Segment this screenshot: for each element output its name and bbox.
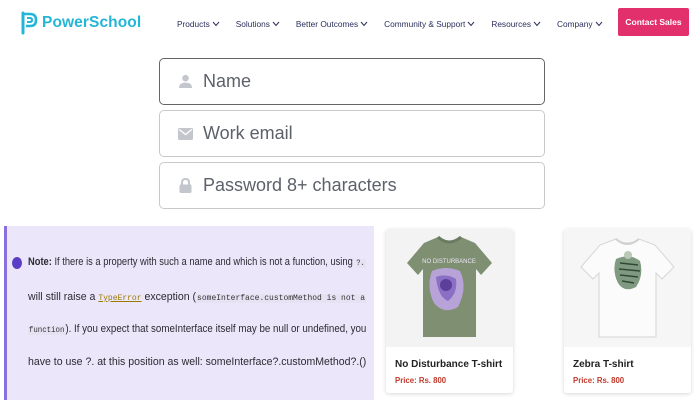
product-name: No Disturbance T-shirt — [395, 359, 503, 370]
email-field[interactable] — [159, 110, 545, 157]
note-line-2: will still raise a TypeError exception (… — [28, 291, 367, 303]
nav-item-better-outcomes[interactable]: Better Outcomes — [296, 17, 368, 31]
nav-item-label: Company — [557, 19, 593, 29]
svg-text:NO DISTURBANCE: NO DISTURBANCE — [422, 259, 476, 265]
nav-item-resources[interactable]: Resources — [491, 17, 541, 31]
chevron-down-icon — [595, 21, 602, 27]
nav-item-label: Better Outcomes — [295, 19, 359, 29]
note-text: If there is a property with such a name … — [51, 256, 356, 268]
note-code: function — [28, 326, 66, 335]
chevron-down-icon — [212, 21, 220, 27]
password-field[interactable] — [159, 162, 545, 209]
note-text: ). If you expect that someInterface itse… — [65, 323, 367, 335]
note-code: someInterface.customMethod is not a — [196, 294, 367, 303]
contact-sales-button[interactable]: Contact Sales — [618, 8, 689, 36]
nav-item-company[interactable]: Company — [557, 17, 603, 31]
password-input[interactable] — [203, 175, 523, 196]
product-image: NO DISTURBANCE — [386, 229, 513, 347]
brand-name: PowerSchool — [42, 14, 142, 31]
name-input[interactable] — [203, 71, 523, 92]
note-line-1: Note: If there is a property with such a… — [28, 256, 366, 268]
nav-item-solutions[interactable]: Solutions — [236, 17, 280, 31]
email-input[interactable] — [203, 123, 523, 144]
product-name: Zebra T-shirt — [573, 359, 634, 370]
note-text: exception ( — [141, 291, 197, 303]
nav-item-label: Products — [177, 19, 210, 29]
note-callout — [4, 226, 374, 400]
note-lead: Note: — [28, 256, 52, 268]
powerschool-logo[interactable]: PowerSchool — [20, 10, 141, 36]
nav-item-products[interactable]: Products — [177, 17, 220, 31]
nav-item-community-support[interactable]: Community & Support — [384, 17, 475, 31]
user-icon — [177, 74, 193, 90]
powerschool-logo-icon — [21, 11, 38, 35]
product-price: Price: Rs. 800 — [395, 376, 447, 385]
chevron-down-icon — [360, 21, 368, 27]
typeerror-link[interactable]: TypeError — [98, 294, 141, 303]
name-field[interactable] — [159, 58, 545, 105]
product-price: Price: Rs. 800 — [573, 376, 625, 385]
info-icon — [12, 257, 22, 269]
note-line-4: have to use ?. at this position as well:… — [28, 356, 366, 368]
nav-item-label: Resources — [491, 19, 531, 29]
nav-item-label: Community & Support — [384, 19, 466, 29]
chevron-down-icon — [467, 21, 475, 27]
product-card[interactable]: NO DISTURBANCE No Disturbance T-shirt Pr… — [386, 229, 513, 393]
chevron-down-icon — [533, 21, 541, 27]
note-text: will still raise a — [28, 291, 99, 303]
product-card[interactable]: Zebra T-shirt Price: Rs. 800 — [564, 229, 691, 393]
note-text: have to use ?. at this position as well:… — [28, 356, 367, 368]
product-image — [564, 229, 691, 347]
note-code: ?. — [355, 259, 366, 268]
main-menu: Products Solutions Better Outcomes Commu… — [177, 17, 603, 31]
note-line-3: function). If you expect that someInterf… — [28, 323, 366, 335]
envelope-icon — [177, 126, 193, 142]
chevron-down-icon — [272, 21, 280, 27]
tshirt-image: NO DISTURBANCE — [407, 235, 492, 337]
top-navbar: PowerSchool Products Solutions Better Ou… — [0, 0, 700, 46]
tshirt-image — [580, 238, 675, 338]
nav-item-label: Solutions — [235, 19, 270, 29]
lock-icon — [177, 178, 193, 194]
